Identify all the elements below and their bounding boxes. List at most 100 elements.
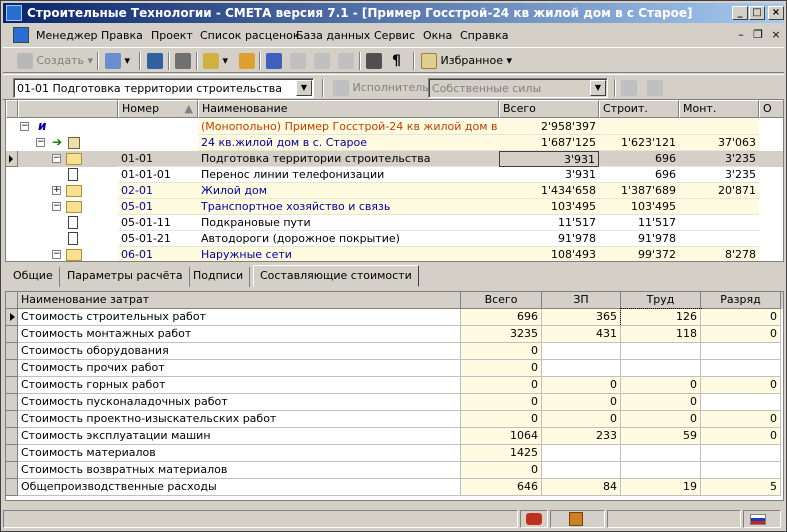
minimize-button[interactable]: _: [732, 6, 748, 20]
tree-row[interactable]: 01-01-01 Перенос линии телефонизации 3'9…: [6, 167, 783, 183]
cost-row-zp[interactable]: 0: [542, 377, 621, 394]
cost-row-trud[interactable]: 19: [621, 479, 701, 496]
cost-row-zp[interactable]: 365: [542, 309, 621, 326]
cost-row[interactable]: Стоимость проектно-изыскательских работ 0…: [6, 411, 783, 428]
collapse-icon[interactable]: −: [52, 154, 61, 163]
copy-button[interactable]: [290, 52, 306, 70]
export-button[interactable]: ▾: [203, 52, 228, 70]
header-cost-trud[interactable]: Труд: [621, 292, 701, 309]
favorites-button[interactable]: Избранное ▾: [421, 52, 512, 70]
menu-rates-list[interactable]: Список расценок: [200, 29, 300, 42]
cost-row[interactable]: Общепроизводственные расходы 646 84 19 5: [6, 479, 783, 496]
app-icon[interactable]: [6, 5, 22, 21]
russian-flag-icon[interactable]: [750, 514, 766, 525]
header-cost-total[interactable]: Всего: [461, 292, 542, 309]
document-icon[interactable]: [13, 27, 29, 43]
cost-row-trud[interactable]: 126: [620, 308, 702, 327]
cost-row-total[interactable]: 0: [461, 462, 542, 479]
cost-row-total[interactable]: 3235: [461, 326, 542, 343]
pin-button[interactable]: [621, 79, 637, 97]
cost-row-razr[interactable]: 0: [701, 428, 781, 445]
tree-row[interactable]: − 06-01 Наружные сети 108'493 99'372 8'2…: [6, 247, 783, 261]
cost-row[interactable]: Стоимость монтажных работ 3235 431 118 0: [6, 326, 783, 343]
section-select[interactable]: 01-01 Подготовка территории строительств…: [13, 78, 314, 98]
chevron-down-icon[interactable]: ▼: [296, 80, 312, 96]
cost-row-razr[interactable]: 5: [701, 479, 781, 496]
header-total[interactable]: Всего: [499, 100, 599, 118]
tree-row[interactable]: 05-01-11 Подкрановые пути 11'517 11'517: [6, 215, 783, 231]
cost-row-zp[interactable]: [542, 343, 621, 360]
import-button[interactable]: [239, 52, 255, 70]
menu-manager[interactable]: Менеджер: [36, 29, 97, 42]
cost-row-zp[interactable]: [542, 445, 621, 462]
paragraph-button[interactable]: ¶: [392, 52, 401, 70]
tree-row[interactable]: + 02-01 Жилой дом 1'434'658 1'387'689 20…: [6, 183, 783, 199]
cost-row-razr[interactable]: 0: [701, 309, 781, 326]
header-number[interactable]: Номер ▲: [118, 100, 198, 118]
tab-general[interactable]: Общие: [7, 267, 60, 287]
cost-row[interactable]: Стоимость материалов 1425: [6, 445, 783, 462]
cost-row-total[interactable]: 0: [461, 377, 542, 394]
cost-row-razr[interactable]: [701, 445, 781, 462]
menu-windows[interactable]: Окна: [423, 29, 452, 42]
cost-components-grid[interactable]: Наименование затрат Всего ЗП Труд Разряд…: [5, 291, 784, 501]
title-bar[interactable]: Строительные Технологии - СМЕТА версия 7…: [3, 3, 784, 23]
cost-row-razr[interactable]: [701, 462, 781, 479]
question-button[interactable]: [647, 79, 663, 97]
cost-row-trud[interactable]: 0: [621, 411, 701, 428]
executor-select[interactable]: Собственные силы ▼: [428, 78, 608, 98]
phone-icon[interactable]: [526, 513, 542, 525]
cost-row-zp[interactable]: 0: [542, 394, 621, 411]
tree-row[interactable]: − 05-01 Транспортное хозяйство и связь 1…: [6, 199, 783, 215]
header-mont[interactable]: Монт.: [679, 100, 759, 118]
maximize-button[interactable]: □: [749, 6, 765, 20]
tree-row[interactable]: − ➔ 24 кв.жилой дом в с. Старое 1'687'12…: [6, 135, 783, 151]
mdi-close-icon[interactable]: ×: [769, 28, 783, 41]
cost-row[interactable]: Стоимость возвратных материалов 0: [6, 462, 783, 479]
cost-row-zp[interactable]: [542, 360, 621, 377]
open-button[interactable]: ▾: [105, 52, 130, 70]
mdi-minimize-icon[interactable]: –: [734, 28, 748, 41]
print-button[interactable]: [175, 52, 191, 70]
cost-row-total[interactable]: 1425: [461, 445, 542, 462]
menu-edit[interactable]: Правка: [101, 29, 143, 42]
cost-row-total[interactable]: 0: [461, 343, 542, 360]
cost-row-razr[interactable]: 0: [701, 411, 781, 428]
paste-button[interactable]: [314, 52, 330, 70]
cost-row[interactable]: Стоимость прочих работ 0: [6, 360, 783, 377]
find-button[interactable]: [366, 52, 382, 70]
header-build[interactable]: Строит.: [599, 100, 679, 118]
cost-row-razr[interactable]: 0: [701, 377, 781, 394]
cost-row[interactable]: Стоимость строительных работ 696 365 126 0: [6, 308, 783, 327]
header-cost-zp[interactable]: ЗП: [542, 292, 621, 309]
create-button[interactable]: Создать ▾: [17, 52, 93, 70]
tab-cost-components[interactable]: Составляющие стоимости: [253, 265, 419, 287]
cost-row-total[interactable]: 0: [461, 394, 542, 411]
tree-row[interactable]: − и (Монопольно) Пример Госстрой-24 кв ж…: [6, 119, 783, 135]
menu-project[interactable]: Проект: [151, 29, 193, 42]
cost-row-razr[interactable]: [701, 394, 781, 411]
cost-row-trud[interactable]: 0: [621, 394, 701, 411]
estimate-tree-grid[interactable]: Номер ▲ Наименование Всего Строит. Монт.…: [5, 99, 784, 262]
cost-row-total[interactable]: 0: [461, 411, 542, 428]
menu-database[interactable]: База данных: [296, 29, 370, 42]
cost-row-trud[interactable]: [621, 343, 701, 360]
executor-button[interactable]: Исполнитель: [333, 79, 429, 97]
tree-row-total[interactable]: 3'931: [499, 151, 599, 167]
cost-row-trud[interactable]: [621, 360, 701, 377]
cost-row-total[interactable]: 696: [461, 309, 542, 326]
cost-row-zp[interactable]: [542, 462, 621, 479]
cost-row-razr[interactable]: [701, 360, 781, 377]
cost-row-zp[interactable]: 233: [542, 428, 621, 445]
menu-help[interactable]: Справка: [460, 29, 508, 42]
cost-row-total[interactable]: 0: [461, 360, 542, 377]
cost-row-razr[interactable]: 0: [701, 326, 781, 343]
cost-row-trud[interactable]: [621, 462, 701, 479]
expand-icon[interactable]: +: [52, 186, 61, 195]
collapse-icon[interactable]: −: [36, 138, 45, 147]
header-cost-razr[interactable]: Разряд: [701, 292, 781, 309]
cost-row-trud[interactable]: 118: [621, 326, 701, 343]
cost-row[interactable]: Стоимость горных работ 0 0 0 0: [6, 377, 783, 394]
cost-row-total[interactable]: 646: [461, 479, 542, 496]
tree-row[interactable]: 05-01-21 Автодороги (дорожное покрытие) …: [6, 231, 783, 247]
